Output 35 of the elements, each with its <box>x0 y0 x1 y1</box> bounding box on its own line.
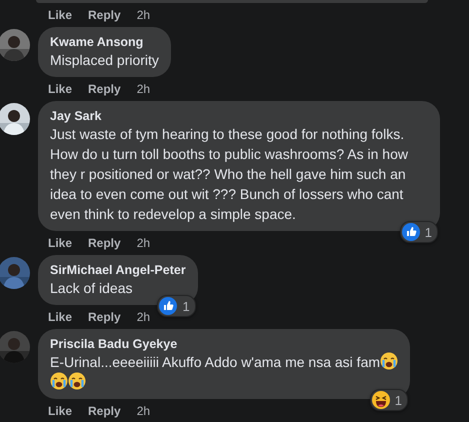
author-name: Jay Sark <box>50 108 102 124</box>
comment-text: Misplaced priority <box>50 51 159 70</box>
like-link[interactable]: Like <box>48 404 72 418</box>
reaction-badge[interactable]: 1 <box>370 389 408 411</box>
reply-link[interactable]: Reply <box>88 82 121 96</box>
crying-face-icon <box>380 352 398 370</box>
author-name: SirMichael Angel-Peter <box>50 262 186 278</box>
reply-link[interactable]: Reply <box>88 236 121 250</box>
comment-text: E-Urinal...eeeeiiiii Akuffo Addo w'ama me nsa asi fam <box>50 352 398 392</box>
comment-time: 2h <box>136 8 150 22</box>
reply-link[interactable]: Reply <box>88 8 121 22</box>
reaction-count: 1 <box>424 224 432 240</box>
comment-time: 2h <box>136 404 150 418</box>
reaction-count: 1 <box>394 392 402 408</box>
like-link[interactable]: Like <box>48 82 72 96</box>
crying-face-icon <box>68 372 86 390</box>
like-link[interactable]: Like <box>48 310 72 324</box>
author-name: Priscila Badu Gyekye <box>50 336 178 352</box>
thumbs-up-icon <box>159 297 178 315</box>
comment-time: 2h <box>136 236 150 250</box>
reply-link[interactable]: Reply <box>88 310 121 324</box>
crying-face-icon <box>50 372 68 390</box>
comment-text: Just waste of tym hearing to these good for nothing folks. How do u turn toll booths to public washrooms? As in how they r positioned or wat?? Who the hell gave him such an idea to even come out wit ??? Bunch of lossers who cant even think to redevelop a simple space. <box>50 125 409 224</box>
author-name: Kwame Ansong <box>50 34 144 50</box>
comment-time: 2h <box>136 310 150 324</box>
reaction-badge[interactable]: 1 <box>400 221 438 243</box>
reaction-count: 1 <box>182 298 190 314</box>
thumbs-up-icon <box>402 223 420 241</box>
like-link[interactable]: Like <box>48 236 72 250</box>
like-link[interactable]: Like <box>48 8 72 22</box>
comment-text: Lack of ideas <box>50 279 134 298</box>
laughing-face-icon <box>372 391 390 409</box>
reaction-badge[interactable]: 1 <box>157 295 196 317</box>
reply-link[interactable]: Reply <box>88 404 121 418</box>
comment-time: 2h <box>136 82 150 96</box>
